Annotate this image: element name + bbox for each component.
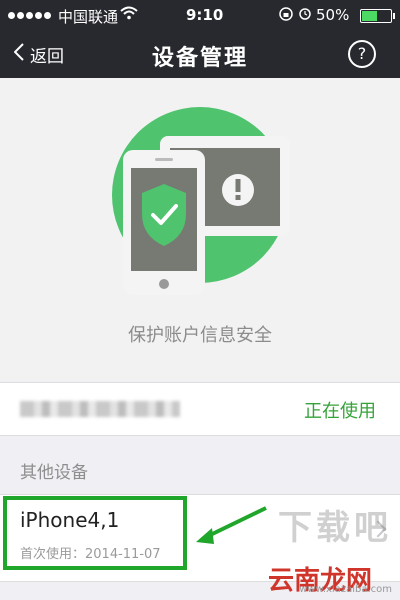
hero-section: 保护账户信息安全 [0,78,400,380]
battery-percent: 50% [316,6,350,24]
signal-dots [8,6,53,24]
status-bar: 中国联通 9:10 50% [0,0,400,30]
in-use-status: 正在使用 [304,401,376,422]
lock-rotation-icon [278,6,294,26]
watermark-url: www.xiazaiba.com [299,584,392,595]
security-illustration [112,107,290,295]
clock: 9:10 [186,6,224,24]
nav-bar: 返回 设备管理 ? [0,30,400,78]
carrier-label: 中国联通 [58,8,119,26]
hero-caption: 保护账户信息安全 [128,325,272,346]
current-device-row[interactable]: 正在使用 [0,382,400,436]
current-device-name-redacted [20,401,180,417]
page-title: 设备管理 [151,46,248,71]
wifi-icon [120,6,138,24]
help-icon[interactable]: ? [348,40,376,68]
annotation-arrow [196,506,267,544]
battery-level [362,11,377,21]
watermark-logo: 下载吧 [278,508,392,548]
alarm-icon [298,6,312,24]
other-devices-heading: 其他设备 [20,463,88,483]
highlight-box [3,496,187,570]
battery-icon [360,9,395,23]
